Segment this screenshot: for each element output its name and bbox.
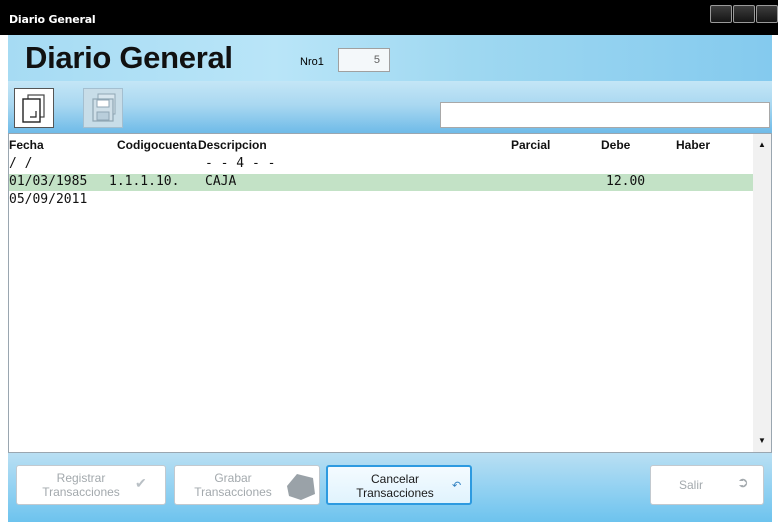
close-button[interactable]	[756, 5, 778, 23]
header-panel: Diario General Nro1 5	[8, 35, 772, 81]
cell-fecha: / /	[9, 156, 33, 171]
table-row[interactable]: 05/09/2011	[9, 192, 755, 209]
registrar-transacciones-button[interactable]: Registrar Transacciones ✔	[16, 465, 166, 505]
cancelar-label-line1: Cancelar	[370, 472, 420, 486]
hard-disk-icon	[287, 474, 315, 500]
cell-fecha: 05/09/2011	[9, 192, 88, 207]
column-codigocuenta[interactable]: Codigocuenta	[117, 138, 197, 152]
cell-descripcion: - - 4 - -	[205, 156, 276, 171]
new-document-button[interactable]	[14, 88, 54, 128]
nro-label: Nro1	[300, 56, 324, 68]
undo-icon: ↶	[452, 480, 462, 492]
vertical-scrollbar[interactable]: ▲ ▼	[753, 134, 771, 452]
transactions-grid[interactable]: Fecha Codigocuenta Descripcion Parcial D…	[8, 133, 772, 453]
exit-door-icon: ➲	[737, 474, 749, 490]
maximize-button[interactable]	[733, 5, 755, 23]
column-parcial[interactable]: Parcial	[511, 138, 550, 152]
cell-descripcion: CAJA	[205, 174, 237, 189]
cell-debe: 12.00	[606, 174, 646, 189]
search-input[interactable]	[440, 102, 770, 128]
nro-field[interactable]: 5	[338, 48, 390, 72]
handshake-icon: ✔	[135, 475, 147, 491]
diario-general-window: Diario General Diario General Nro1 5 Fec…	[0, 0, 778, 522]
registrar-label-line2: Transacciones	[42, 485, 120, 499]
page-title: Diario General	[25, 40, 233, 75]
toolbar	[8, 81, 772, 133]
floppy-disk-icon	[92, 93, 116, 122]
new-document-icon	[22, 94, 45, 123]
column-fecha[interactable]: Fecha	[9, 138, 44, 152]
salir-label: Salir	[679, 478, 704, 492]
scroll-down-icon[interactable]: ▼	[753, 436, 771, 445]
save-copy-button[interactable]	[83, 88, 123, 128]
window-title: Diario General	[9, 13, 96, 26]
cell-fecha: 01/03/1985	[9, 174, 88, 189]
grid-header: Fecha Codigocuenta Descripcion Parcial D…	[9, 134, 763, 154]
cell-codigo: 1.1.1.10.	[109, 174, 180, 189]
column-debe[interactable]: Debe	[601, 138, 630, 152]
footer-panel: Registrar Transacciones ✔ Grabar Transac…	[8, 453, 772, 522]
table-row[interactable]: / / - - 4 - -	[9, 156, 755, 173]
title-bar: Diario General	[0, 0, 778, 35]
table-row[interactable]: 01/03/1985 1.1.1.10. CAJA 12.00	[9, 174, 755, 191]
scroll-up-icon[interactable]: ▲	[753, 140, 771, 149]
minimize-button[interactable]	[710, 5, 732, 23]
salir-button[interactable]: Salir ➲	[650, 465, 764, 505]
cancelar-transacciones-button[interactable]: Cancelar Transacciones ↶	[326, 465, 472, 505]
registrar-label-line1: Registrar	[56, 471, 106, 485]
column-descripcion[interactable]: Descripcion	[198, 138, 267, 152]
cancelar-label-line2: Transacciones	[356, 486, 434, 500]
column-haber[interactable]: Haber	[676, 138, 710, 152]
grabar-transacciones-button[interactable]: Grabar Transacciones	[174, 465, 320, 505]
